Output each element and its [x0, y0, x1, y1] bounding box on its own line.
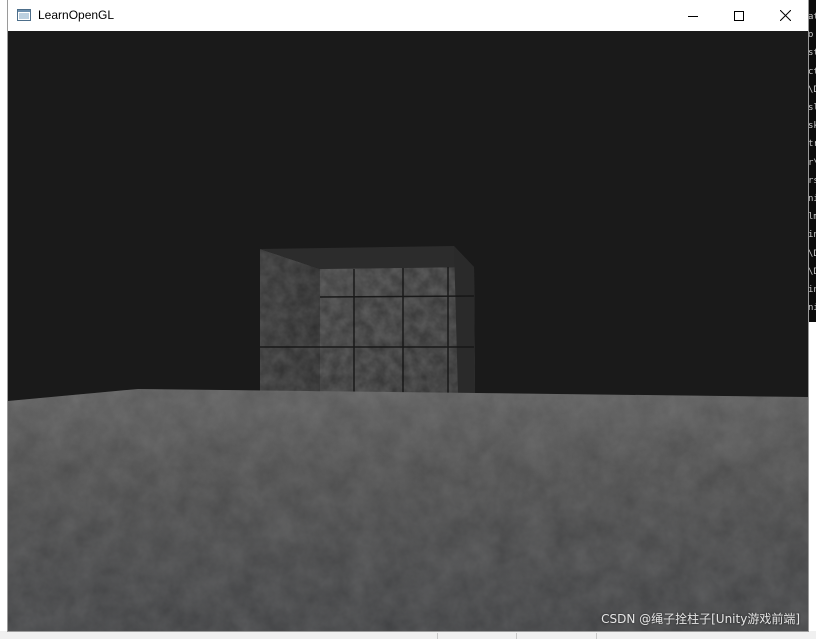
close-icon — [779, 10, 791, 21]
learnopengl-window: LearnOpenGL CSDN @绳子拴柱子[Unity游戏前端] — [8, 0, 808, 631]
csdn-watermark: CSDN @绳子拴柱子[Unity游戏前端] — [601, 612, 800, 626]
rendered-scene — [8, 31, 808, 631]
divider — [516, 633, 517, 639]
console-line: at — [808, 12, 816, 22]
console-line: rs — [808, 175, 816, 186]
maximize-button[interactable] — [716, 0, 762, 31]
console-line: sk — [808, 121, 816, 132]
console-line: \D — [808, 266, 816, 277]
console-line: in — [808, 230, 816, 241]
app-window-icon — [17, 9, 31, 21]
window-title: LearnOpenGL — [38, 8, 115, 22]
minimize-button[interactable] — [670, 0, 716, 31]
console-line: o — [808, 30, 814, 41]
console-line: ct — [808, 66, 816, 77]
background-window-edge — [0, 631, 816, 639]
divider — [437, 633, 438, 639]
console-line: tr — [808, 139, 816, 150]
console-line: ni — [808, 194, 816, 204]
console-line: r\ — [808, 157, 816, 168]
minimize-icon — [688, 15, 698, 17]
console-line: sl — [808, 103, 816, 113]
console-line: in — [808, 285, 816, 295]
divider — [596, 633, 597, 639]
close-button[interactable] — [762, 0, 808, 31]
console-line: \D — [808, 84, 816, 95]
console-line: ni — [808, 303, 816, 314]
console-line: \D — [808, 248, 816, 259]
console-line: lm — [808, 212, 816, 223]
title-bar[interactable]: LearnOpenGL — [8, 0, 808, 31]
maximize-icon — [734, 10, 744, 21]
desktop: at o st ct \D sl sk tr r\ rs ni lm in \D \D in ni LearnO… — [0, 0, 816, 639]
console-line: st — [808, 48, 816, 59]
opengl-viewport[interactable]: CSDN @绳子拴柱子[Unity游戏前端] — [8, 31, 808, 631]
